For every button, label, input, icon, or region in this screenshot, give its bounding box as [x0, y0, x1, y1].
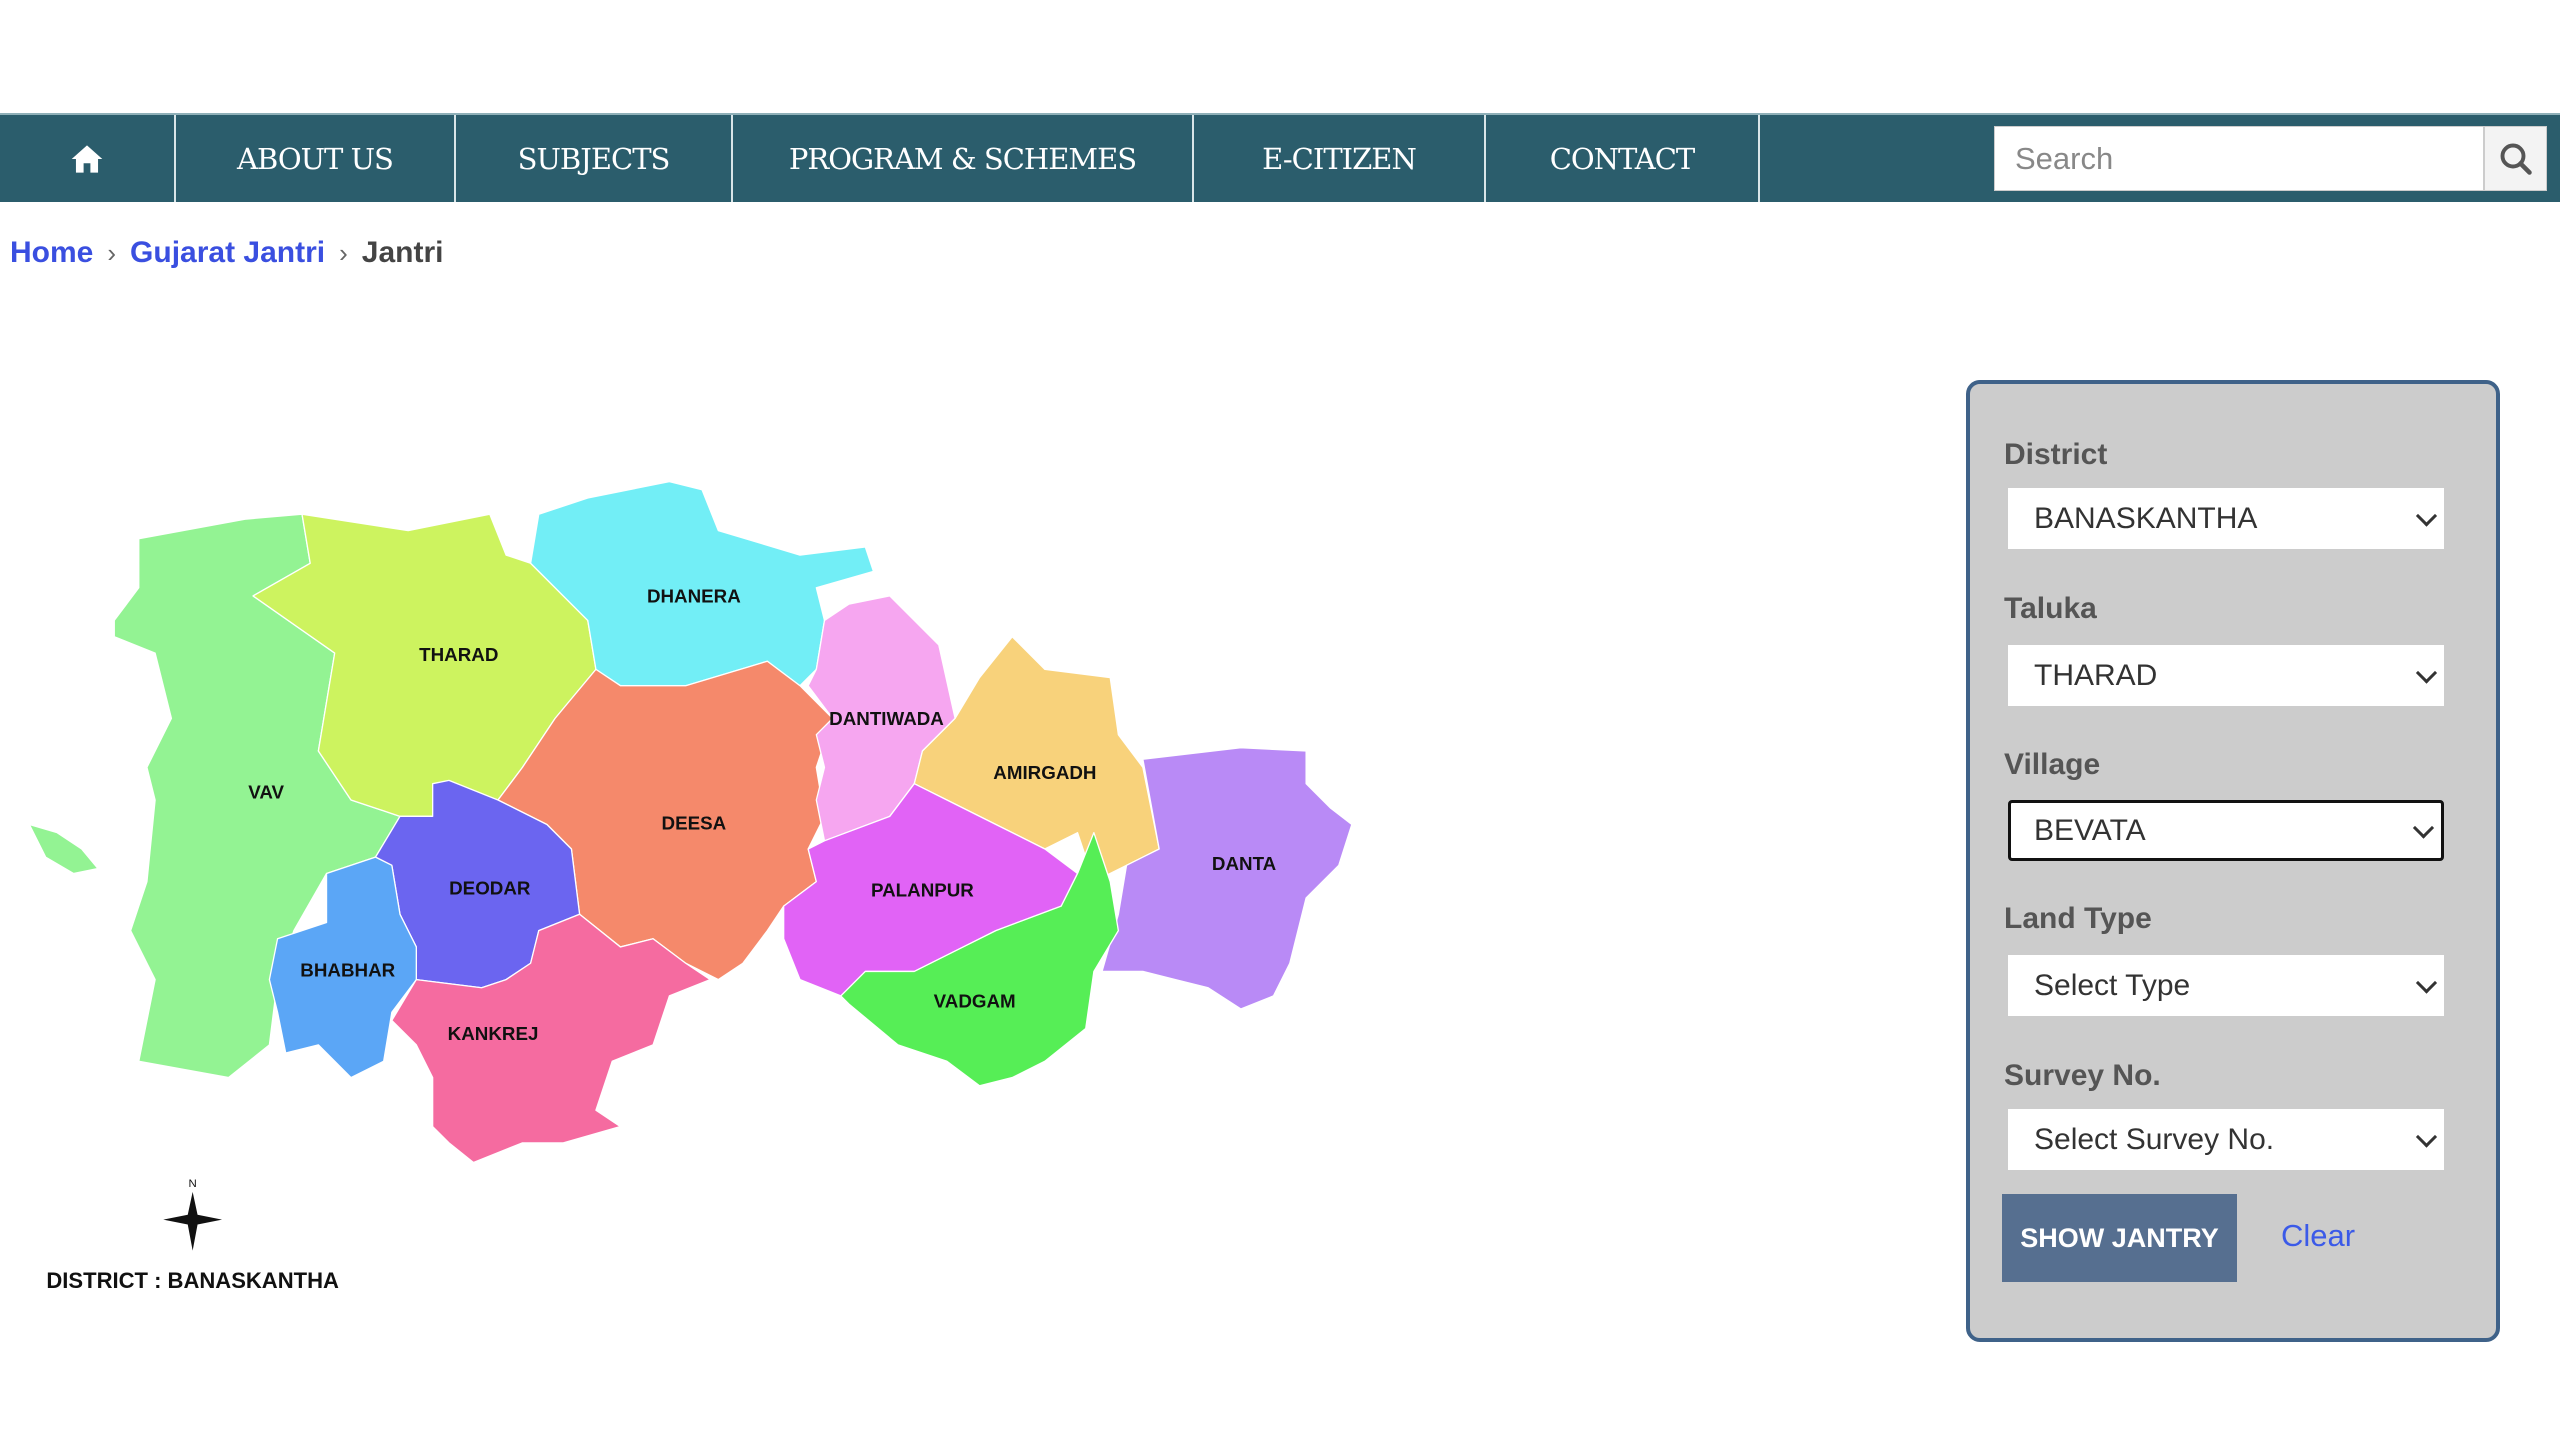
village-select[interactable]: BEVATA — [2008, 800, 2444, 861]
show-jantry-button[interactable]: SHOW JANTRY — [2002, 1194, 2237, 1282]
survey-no-value: Select Survey No. — [2034, 1123, 2275, 1156]
label-danta: DANTA — [1212, 853, 1277, 874]
label-vav: VAV — [248, 781, 284, 802]
clear-link[interactable]: Clear — [2281, 1218, 2355, 1254]
label-deodar: DEODAR — [449, 878, 531, 899]
district-value: BANASKANTHA — [2034, 502, 2258, 535]
taluka-value: THARAD — [2034, 659, 2158, 692]
label-bhabhar: BHABHAR — [300, 959, 395, 980]
label-palanpur: PALANPUR — [871, 879, 974, 900]
chevron-down-icon — [2412, 816, 2435, 839]
chevron-down-icon — [2415, 661, 2438, 684]
district-label: District — [2004, 438, 2108, 471]
land-type-label: Land Type — [2004, 902, 2152, 935]
village-label: Village — [2004, 748, 2101, 781]
taluka-select[interactable]: THARAD — [2008, 645, 2444, 706]
land-type-value: Select Type — [2034, 969, 2191, 1002]
district-caption: DISTRICT : BANASKANTHA — [46, 1268, 339, 1293]
label-amirgadh: AMIRGADH — [993, 762, 1096, 783]
survey-no-label: Survey No. — [2004, 1059, 2161, 1092]
district-select[interactable]: BANASKANTHA — [2008, 488, 2444, 549]
chevron-down-icon — [2415, 504, 2438, 527]
land-type-select[interactable]: Select Type — [2008, 955, 2444, 1016]
jantri-search-panel: District BANASKANTHA Taluka THARAD Villa… — [1966, 380, 2500, 1342]
taluka-label: Taluka — [2004, 592, 2097, 625]
label-tharad: THARAD — [419, 644, 498, 665]
island-vav — [28, 823, 99, 875]
compass-icon: N — [163, 1178, 223, 1251]
label-dantiwada: DANTIWADA — [829, 708, 944, 729]
label-dhanera: DHANERA — [647, 585, 741, 606]
label-vadgam: VADGAM — [934, 990, 1016, 1011]
chevron-down-icon — [2415, 1125, 2438, 1148]
chevron-down-icon — [2415, 971, 2438, 994]
svg-text:N: N — [189, 1178, 197, 1190]
survey-no-select[interactable]: Select Survey No. — [2008, 1109, 2444, 1170]
label-deesa: DEESA — [662, 812, 727, 833]
label-kankrej: KANKREJ — [448, 1023, 539, 1044]
village-value: BEVATA — [2034, 814, 2146, 847]
